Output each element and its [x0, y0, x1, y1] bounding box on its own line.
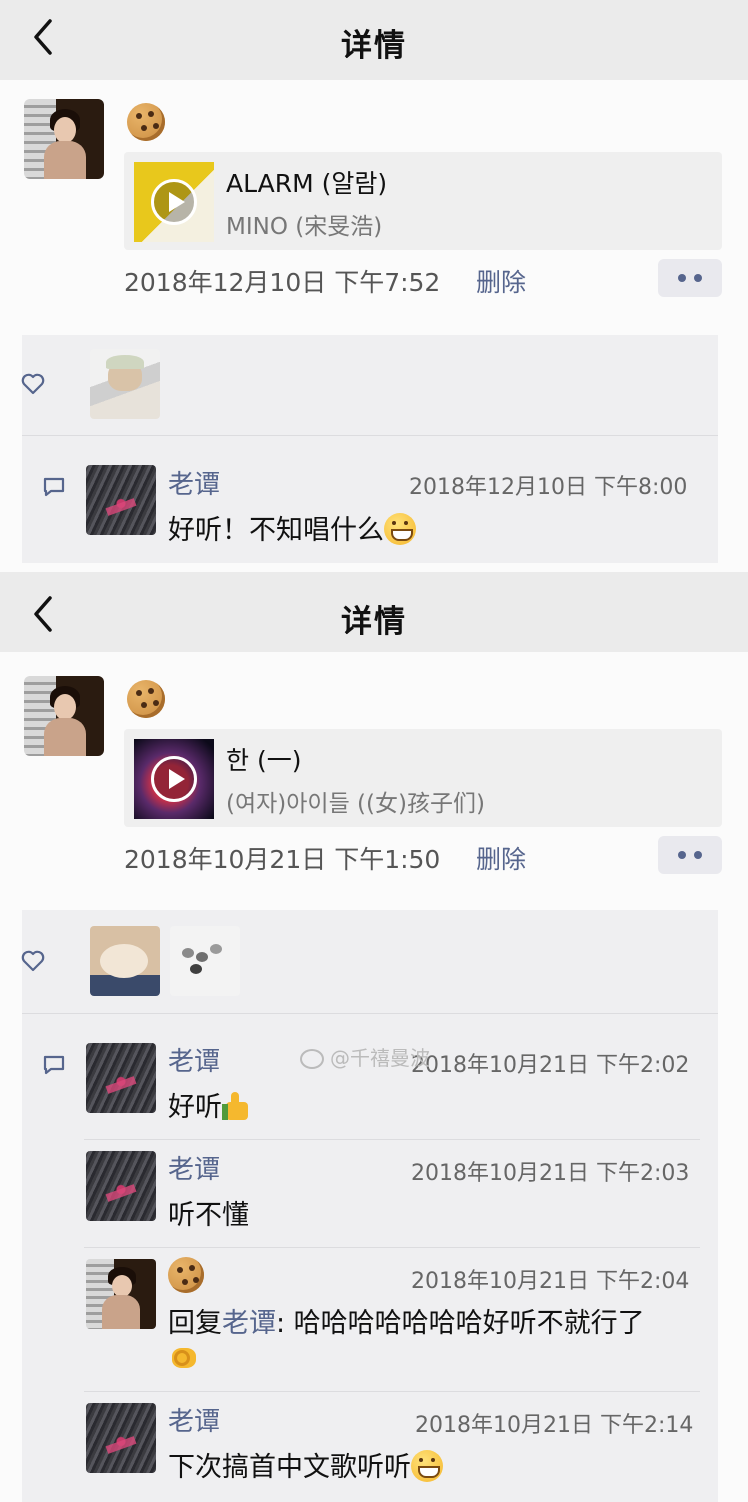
song-artist: MINO (宋旻浩)	[226, 214, 383, 240]
commenter-name[interactable]: 老谭	[168, 1041, 220, 1078]
song-title: ALARM (알람)	[226, 169, 388, 198]
reply-to-name[interactable]: 老谭	[222, 1308, 276, 1339]
comment-icon	[43, 477, 65, 497]
comment-divider	[84, 1391, 700, 1392]
comment-time: 2018年10月21日 下午2:03	[411, 1161, 690, 1186]
comment-text: 好听！不知唱什么	[168, 508, 416, 547]
song-artist: (여자)아이들 ((女)孩子们)	[226, 791, 485, 817]
author-avatar[interactable]	[24, 676, 104, 756]
post-datetime: 2018年12月10日 下午7:52	[124, 268, 441, 297]
commenter-avatar[interactable]	[86, 1259, 156, 1329]
cookie-emoji-icon[interactable]	[127, 680, 165, 718]
more-dots-icon[interactable]	[658, 259, 722, 297]
author-avatar[interactable]	[24, 99, 104, 179]
comment-time: 2018年10月21日 下午2:02	[411, 1053, 690, 1078]
commenter-name[interactable]: 老谭	[168, 1149, 220, 1186]
comment-time: 2018年10月21日 下午2:14	[415, 1413, 694, 1438]
comment-text: 下次搞首中文歌听听	[168, 1445, 443, 1484]
play-icon[interactable]	[151, 179, 197, 225]
comment-text: 好听	[168, 1085, 254, 1124]
comment-time: 2018年10月21日 下午2:04	[411, 1269, 690, 1294]
heart-icon	[21, 950, 45, 972]
cookie-emoji-icon[interactable]	[127, 103, 165, 141]
detail-screen-2: 详情 한 (一) (여자)아이들 ((女)孩子们) 2018年10月21日 下午…	[0, 572, 748, 1502]
comment-icon	[43, 1055, 65, 1075]
commenter-avatar[interactable]	[86, 1403, 156, 1473]
ok-hand-emoji-icon	[168, 1338, 200, 1370]
more-dots-icon[interactable]	[658, 836, 722, 874]
cookie-emoji-icon[interactable]	[168, 1257, 204, 1293]
page-title: 详情	[341, 604, 407, 640]
delete-link[interactable]: 删除	[476, 263, 526, 299]
post-datetime: 2018年10月21日 下午1:50	[124, 845, 441, 874]
music-card[interactable]: ALARM (알람) MINO (宋旻浩)	[124, 152, 722, 250]
commenter-avatar[interactable]	[86, 1151, 156, 1221]
commenter-name[interactable]: 老谭	[168, 464, 220, 501]
divider	[22, 435, 718, 436]
heart-icon	[21, 373, 45, 395]
play-icon[interactable]	[151, 756, 197, 802]
thumbs-up-emoji-icon	[222, 1090, 254, 1122]
grin-emoji-icon	[384, 513, 416, 545]
commenter-avatar[interactable]	[86, 1043, 156, 1113]
commenter-name[interactable]: 老谭	[168, 1401, 220, 1438]
comment-text: 听不懂	[168, 1200, 249, 1231]
like-avatar[interactable]	[90, 349, 160, 419]
album-cover	[134, 739, 214, 819]
song-title: 한 (一)	[226, 746, 302, 775]
like-avatar[interactable]	[90, 926, 160, 996]
comment-text: 回复老谭: 哈哈哈哈哈哈哈好听不就行了	[168, 1308, 645, 1339]
music-card[interactable]: 한 (一) (여자)아이들 ((女)孩子们)	[124, 729, 722, 827]
comment-divider	[84, 1139, 700, 1140]
like-avatar[interactable]	[170, 926, 240, 996]
page-title: 详情	[341, 28, 407, 64]
detail-screen-1: 详情 ALARM (알람) MINO (宋旻浩) 2018年12月10日 下午7…	[0, 0, 748, 572]
album-cover	[134, 162, 214, 242]
nav-bar: 详情	[0, 0, 748, 80]
comment-divider	[84, 1247, 700, 1248]
nav-bar: 详情	[0, 572, 748, 652]
watermark: @千禧曼波	[300, 1042, 430, 1071]
divider	[22, 1013, 718, 1014]
comment-time: 2018年12月10日 下午8:00	[409, 475, 688, 500]
commenter-avatar[interactable]	[86, 465, 156, 535]
grin-emoji-icon	[411, 1450, 443, 1482]
delete-link[interactable]: 删除	[476, 840, 526, 876]
weibo-icon	[300, 1049, 324, 1069]
